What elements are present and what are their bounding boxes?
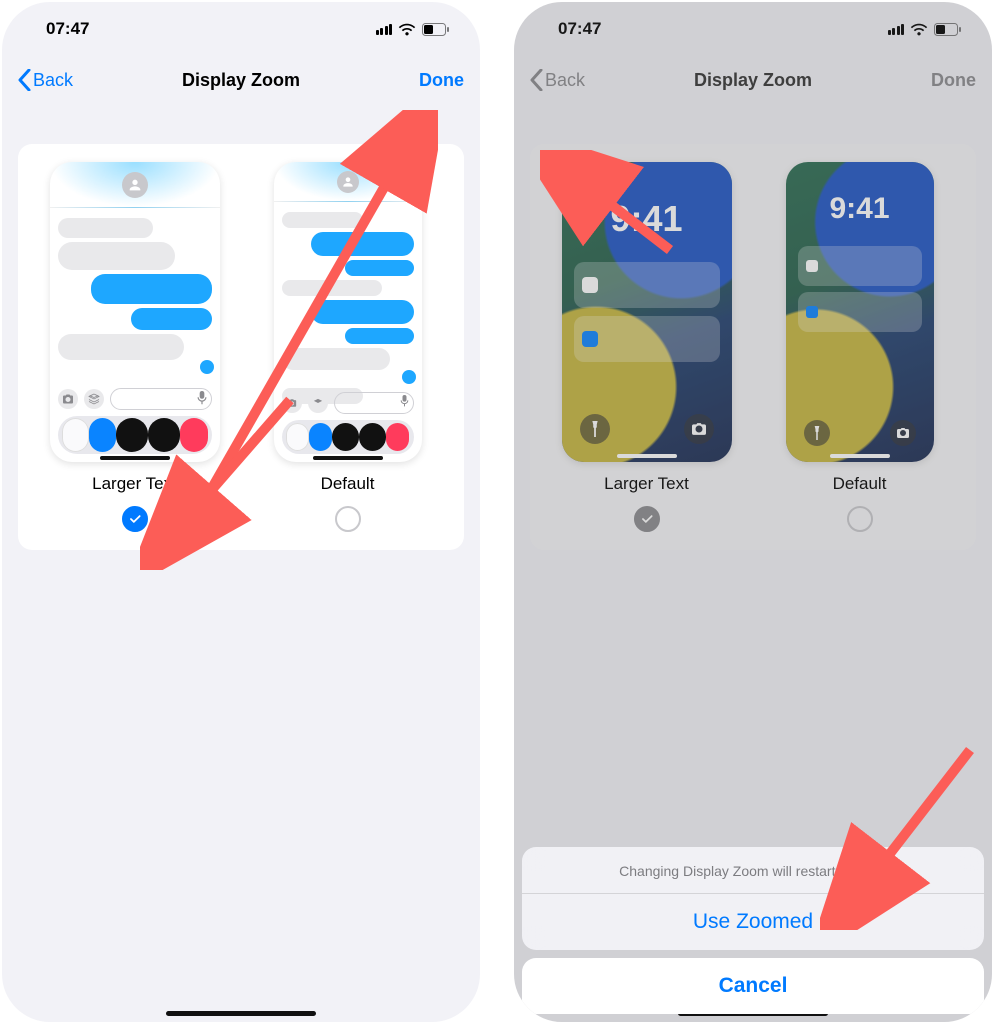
nav-title: Display Zoom xyxy=(2,70,480,91)
flashlight-icon xyxy=(804,420,830,446)
lock-time: 9:41 xyxy=(786,192,934,226)
status-time: 07:47 xyxy=(558,19,601,39)
larger-text-label: Larger Text xyxy=(604,474,689,494)
nav-bar: Back Display Zoom Done xyxy=(514,56,992,104)
status-bar: 07:47 xyxy=(514,2,992,56)
status-bar: 07:47 xyxy=(2,2,480,56)
back-button[interactable]: Back xyxy=(18,69,73,91)
status-indicators xyxy=(888,23,963,36)
cellular-signal-icon xyxy=(376,23,393,35)
back-label: Back xyxy=(545,70,585,91)
person-icon xyxy=(122,172,148,198)
apps-icon xyxy=(84,389,104,409)
camera-icon xyxy=(890,420,916,446)
back-button[interactable]: Back xyxy=(530,69,585,91)
cellular-signal-icon xyxy=(888,23,905,35)
camera-icon xyxy=(684,414,714,444)
default-option[interactable]: 9:41 Default xyxy=(753,162,966,532)
default-label: Default xyxy=(833,474,887,494)
status-time: 07:47 xyxy=(46,19,89,39)
flashlight-icon xyxy=(580,414,610,444)
battery-icon xyxy=(934,23,962,36)
camera-icon xyxy=(58,389,78,409)
nav-title: Display Zoom xyxy=(514,70,992,91)
cancel-button[interactable]: Cancel xyxy=(522,958,984,1014)
wifi-icon xyxy=(398,23,416,36)
status-indicators xyxy=(376,23,451,36)
wifi-icon xyxy=(910,23,928,36)
default-radio[interactable] xyxy=(847,506,873,532)
done-button[interactable]: Done xyxy=(419,70,464,91)
default-preview-lockscreen: 9:41 xyxy=(786,162,934,462)
battery-icon xyxy=(422,23,450,36)
nav-bar: Back Display Zoom Done xyxy=(2,56,480,104)
done-button[interactable]: Done xyxy=(931,70,976,91)
back-label: Back xyxy=(33,70,73,91)
larger-text-radio[interactable] xyxy=(634,506,660,532)
home-indicator[interactable] xyxy=(166,1011,316,1016)
